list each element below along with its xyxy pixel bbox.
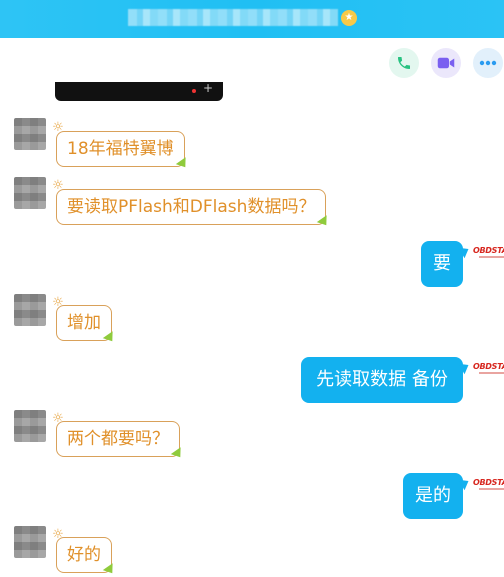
message-text: 两个都要吗？ — [67, 429, 169, 449]
incoming-message-bubble[interactable]: 18年福特翼博 — [56, 131, 190, 171]
message-text: 要 — [433, 253, 451, 274]
brand-logo-text: OBDSTAR — [473, 362, 504, 371]
message-text: 18年福特翼博 — [67, 139, 174, 159]
blurred-contact-name — [128, 9, 338, 26]
brand-logo-avatar[interactable]: OBDSTAR — [473, 363, 504, 375]
contact-avatar[interactable] — [14, 526, 46, 558]
zoom-icon: + — [203, 81, 214, 95]
bubble-tail — [175, 157, 190, 171]
bubble-tail — [317, 215, 332, 229]
indicator-dot — [192, 89, 196, 93]
message-text: 先读取数据 备份 — [316, 369, 448, 390]
bubble-tail — [458, 243, 472, 259]
brand-logo-avatar[interactable]: OBDSTAR — [473, 479, 504, 491]
chat-header: ★ — [0, 0, 504, 38]
incoming-message-bubble[interactable]: 要读取PFlash和DFlash数据吗？ — [56, 189, 332, 229]
brand-logo-text: OBDSTAR — [473, 246, 504, 255]
video-call-button[interactable] — [431, 48, 461, 78]
incoming-message-bubble[interactable]: 两个都要吗？ — [56, 421, 186, 461]
more-icon — [479, 60, 497, 66]
message-text: 增加 — [67, 313, 101, 333]
video-icon — [437, 57, 455, 69]
outgoing-message-bubble[interactable]: 是的 — [403, 473, 472, 519]
message-text: 好的 — [67, 545, 101, 565]
image-message[interactable]: + — [55, 81, 223, 101]
vip-star-icon: ★ — [341, 10, 357, 26]
outgoing-message-bubble[interactable]: 先读取数据 备份 — [301, 357, 472, 403]
message-text: 是的 — [415, 485, 451, 506]
outgoing-message-bubble[interactable]: 要 — [421, 241, 472, 287]
bubble-tail — [458, 475, 472, 491]
incoming-message-bubble[interactable]: 增加 — [56, 305, 118, 345]
message-text: 要读取PFlash和DFlash数据吗？ — [67, 197, 316, 217]
bubble-tail — [170, 447, 186, 461]
brand-logo-text: OBDSTAR — [473, 478, 504, 487]
phone-icon — [398, 57, 410, 69]
bubble-tail — [102, 331, 118, 345]
contact-avatar[interactable] — [14, 177, 46, 209]
contact-avatar[interactable] — [14, 118, 46, 150]
brand-logo-avatar[interactable]: OBDSTAR — [473, 247, 504, 259]
more-options-button[interactable] — [473, 48, 503, 78]
voice-call-button[interactable] — [389, 48, 419, 78]
incoming-message-bubble[interactable]: 好的 — [56, 537, 118, 577]
bubble-tail — [458, 359, 472, 375]
contact-avatar[interactable] — [14, 294, 46, 326]
contact-avatar[interactable] — [14, 410, 46, 442]
